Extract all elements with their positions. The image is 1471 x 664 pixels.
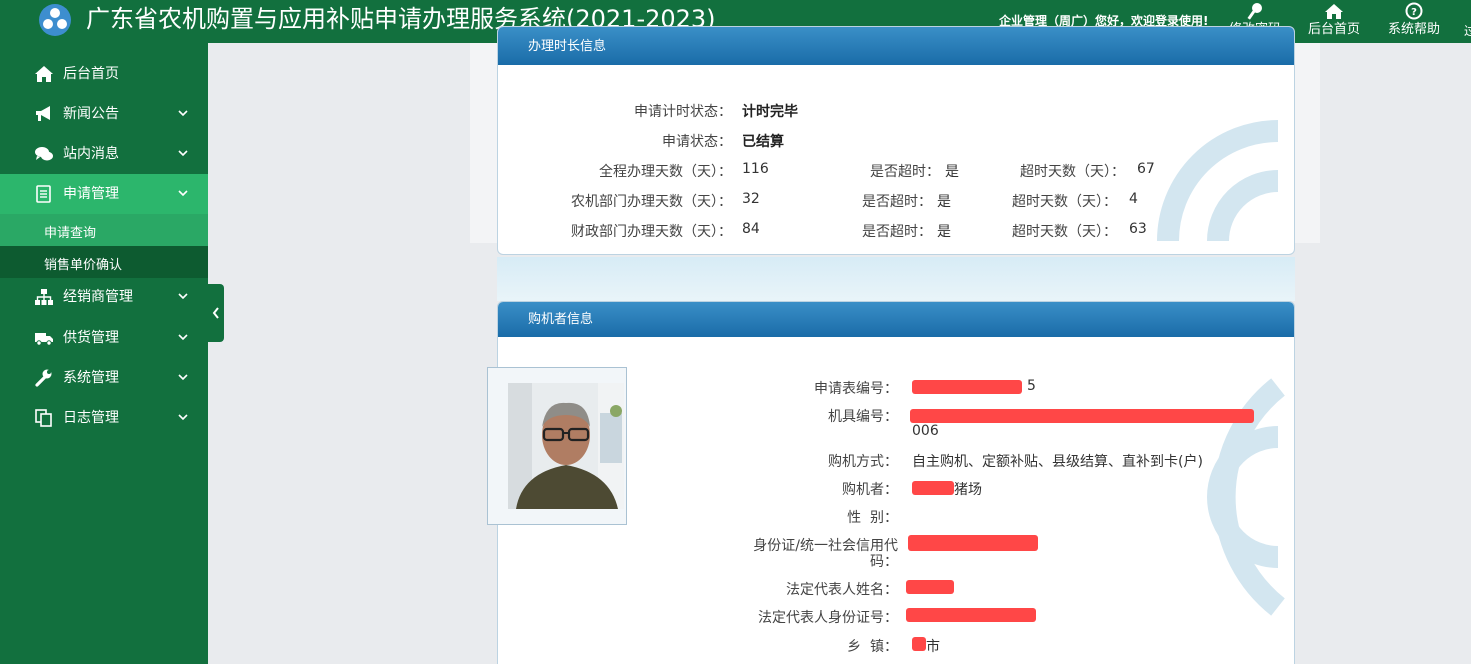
- id-code-label-line2: 码：: [870, 554, 898, 570]
- redaction-mark: [912, 481, 954, 495]
- sidebar-item-label: 供货管理: [63, 330, 119, 346]
- machine-no-label: 机具编号：: [828, 409, 898, 425]
- total-overtime-value: 是: [945, 164, 959, 180]
- sidebar-subitem-application-query[interactable]: 申请查询: [0, 214, 208, 246]
- agri-overtime-label: 是否超时：: [862, 194, 932, 210]
- sidebar-item-application-management[interactable]: 申请管理: [0, 174, 208, 214]
- sidebar-item-label: 站内消息: [63, 146, 119, 162]
- redaction-mark: [912, 380, 1022, 394]
- sidebar: 后台首页 新闻公告 站内消息 申请管理 申请查询 销售单价确认 经销商管理 供货…: [0, 43, 208, 664]
- finance-over-days-label: 超时天数（天）：: [1012, 224, 1117, 240]
- buyer-photo: [508, 383, 624, 509]
- chevron-down-icon: [178, 334, 188, 341]
- sidebar-item-label: 新闻公告: [63, 106, 119, 122]
- finance-overtime-value: 是: [937, 224, 951, 240]
- gender-label: 性 别：: [847, 510, 898, 526]
- agri-overtime-value: 是: [937, 194, 951, 210]
- sidebar-subitem-label: 销售单价确认: [44, 258, 123, 273]
- timer-status-label: 申请计时状态：: [634, 104, 732, 120]
- megaphone-icon: [36, 106, 50, 121]
- sidebar-item-label: 申请管理: [63, 186, 119, 202]
- buyer-name-tail: 猪场: [954, 482, 982, 498]
- sidebar-item-log-management[interactable]: 日志管理: [0, 398, 208, 438]
- sidebar-subitem-price-confirm[interactable]: 销售单价确认: [0, 246, 208, 278]
- section-separator: [497, 257, 1295, 301]
- finance-days-label: 财政部门办理天数（天）：: [571, 224, 732, 240]
- app-status-label: 申请状态：: [662, 134, 732, 150]
- home-icon: [35, 66, 53, 82]
- chevron-down-icon: [178, 150, 188, 157]
- copy-icon: [35, 409, 52, 427]
- finance-overtime-label: 是否超时：: [862, 224, 932, 240]
- system-help-button[interactable]: ? 系统帮助: [1385, 0, 1443, 43]
- total-days-value: 116: [742, 161, 769, 177]
- sidebar-item-dealer-management[interactable]: 经销商管理: [0, 277, 208, 317]
- system-help-label: 系统帮助: [1387, 22, 1440, 37]
- chevron-down-icon: [178, 190, 188, 197]
- document-icon: [36, 185, 51, 203]
- truck-icon: [35, 333, 53, 346]
- chevron-down-icon: [178, 110, 188, 117]
- logo-icon: [39, 4, 71, 36]
- chevron-down-icon: [178, 374, 188, 381]
- sidebar-item-news[interactable]: 新闻公告: [0, 94, 208, 134]
- form-no-label: 申请表编号：: [814, 381, 898, 397]
- sidebar-item-label: 日志管理: [63, 410, 119, 426]
- buyer-name-label: 购机者：: [842, 482, 898, 498]
- redaction-mark: [912, 637, 926, 651]
- redaction-mark: [910, 409, 1254, 423]
- total-days-label: 全程办理天数（天）：: [599, 164, 732, 180]
- timer-status-value: 计时完毕: [742, 104, 798, 120]
- agri-days-label: 农机部门办理天数（天）：: [571, 194, 732, 210]
- chat-icon: [35, 147, 53, 161]
- panel-title: 购机者信息: [498, 302, 1294, 337]
- finance-over-days-value: 63: [1129, 221, 1147, 237]
- wrench-icon: [35, 369, 52, 387]
- chevron-left-icon: [212, 307, 219, 319]
- svg-text:?: ?: [1411, 7, 1417, 18]
- chevron-down-icon: [178, 414, 188, 421]
- key-icon: [1247, 3, 1262, 20]
- wifi-watermark-icon: [1157, 120, 1279, 242]
- sidebar-collapse-toggle[interactable]: [208, 284, 224, 342]
- form-no-tail: 5: [1027, 378, 1036, 394]
- town-label: 乡 镇：: [847, 639, 898, 655]
- buyer-photo-frame: [487, 367, 627, 525]
- home-icon: [1325, 4, 1343, 19]
- total-overtime-label: 是否超时：: [870, 164, 940, 180]
- help-icon: ?: [1405, 2, 1423, 20]
- sidebar-item-supply-management[interactable]: 供货管理: [0, 318, 208, 358]
- admin-home-button[interactable]: 后台首页: [1305, 0, 1363, 43]
- total-over-days-label: 超时天数（天）：: [1020, 164, 1125, 180]
- agri-over-days-label: 超时天数（天）：: [1012, 194, 1117, 210]
- total-over-days-value: 67: [1137, 161, 1155, 177]
- agri-days-value: 32: [742, 191, 760, 207]
- machine-no-tail: 006: [912, 423, 939, 439]
- sidebar-item-messages[interactable]: 站内消息: [0, 134, 208, 174]
- agri-over-days-value: 4: [1129, 191, 1138, 207]
- finance-days-value: 84: [742, 221, 760, 237]
- purchase-method-value: 自主购机、定额补贴、县级结算、直补到卡(户): [912, 454, 1203, 470]
- header-overflow-text[interactable]: 过: [1464, 22, 1471, 39]
- purchase-method-label: 购机方式：: [828, 454, 898, 470]
- town-tail: 市: [926, 639, 940, 655]
- org-chart-icon: [35, 289, 53, 305]
- sidebar-item-label: 经销商管理: [63, 289, 133, 305]
- legal-rep-id-label: 法定代表人身份证号：: [758, 610, 898, 626]
- sidebar-item-label: 系统管理: [63, 370, 119, 386]
- legal-rep-name-label: 法定代表人姓名：: [786, 582, 898, 598]
- sidebar-item-label: 后台首页: [63, 66, 119, 82]
- redaction-mark: [908, 535, 1038, 551]
- sidebar-subitem-label: 申请查询: [44, 226, 97, 241]
- redaction-mark: [906, 608, 1036, 622]
- chevron-down-icon: [178, 293, 188, 300]
- panel-title: 办理时长信息: [498, 27, 1294, 65]
- redaction-mark: [906, 580, 954, 594]
- sidebar-item-admin-home[interactable]: 后台首页: [0, 54, 208, 94]
- admin-home-label: 后台首页: [1307, 22, 1360, 37]
- sidebar-item-system-management[interactable]: 系统管理: [0, 358, 208, 398]
- app-status-value: 已结算: [742, 134, 784, 150]
